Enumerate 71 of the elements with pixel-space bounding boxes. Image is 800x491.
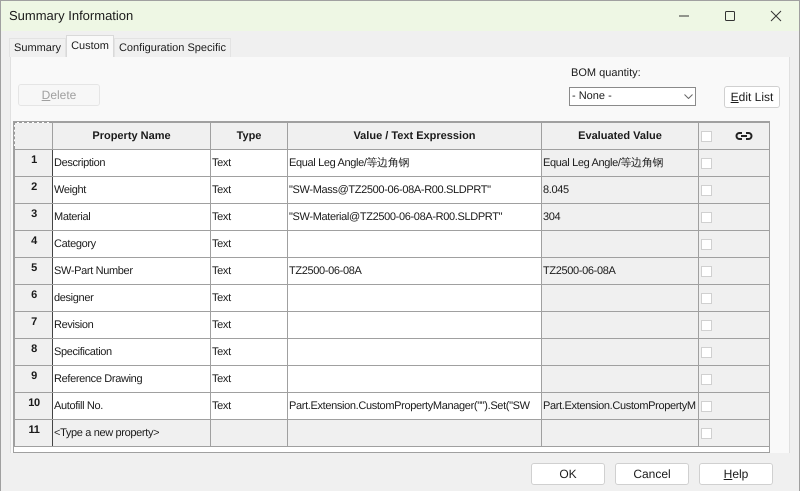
property-value: TZ2500-06-08A bbox=[289, 264, 362, 277]
property-type: Text bbox=[212, 264, 231, 277]
checkbox[interactable] bbox=[701, 400, 712, 412]
column-header: Evaluated Value bbox=[542, 122, 698, 150]
column-header: Property Name bbox=[52, 122, 210, 150]
row-number: 7 bbox=[31, 316, 37, 328]
checkbox[interactable] bbox=[701, 320, 712, 330]
checkbox[interactable] bbox=[701, 428, 712, 438]
property-name: Autofill No. bbox=[54, 400, 103, 412]
checkbox[interactable] bbox=[701, 292, 712, 304]
property-type: Text bbox=[212, 184, 231, 196]
property-name: Description bbox=[54, 156, 106, 169]
property-name: SW-Part Number bbox=[54, 264, 133, 277]
new-property-field[interactable]: <Type a new property> bbox=[52, 420, 210, 446]
property-name: Reference Drawing bbox=[54, 372, 142, 385]
column-header: Value / Text Expression bbox=[288, 122, 542, 150]
row-number: 3 bbox=[31, 208, 37, 220]
property-type: Text bbox=[212, 372, 231, 385]
property-value: Part.Extension.CustomPropertyManager("").Set("SW bbox=[289, 400, 530, 412]
row-number: 2 bbox=[31, 181, 37, 193]
evaluated-value: Equal Leg Angle/等边角钢 bbox=[543, 156, 664, 169]
property-type: Text bbox=[212, 292, 231, 304]
property-name: designer bbox=[54, 292, 94, 304]
evaluated-value: Part.Extension.CustomPropertyM bbox=[543, 400, 696, 412]
bom-quantity-label: BOM quantity: bbox=[570, 66, 642, 80]
link-icon bbox=[734, 131, 752, 141]
evaluated-value: TZ2500-06-08A bbox=[543, 264, 616, 277]
checkbox[interactable] bbox=[701, 158, 712, 168]
property-type: Text bbox=[212, 400, 231, 412]
evaluated-value: 8.045 bbox=[543, 184, 569, 196]
dialog-button[interactable]: Help bbox=[699, 463, 773, 485]
property-name: Weight bbox=[54, 184, 86, 196]
row-number: 1 bbox=[31, 154, 37, 166]
close-icon bbox=[770, 10, 782, 22]
edit-list-button[interactable]: Edit List bbox=[724, 86, 780, 108]
row-number: 9 bbox=[31, 370, 37, 382]
row-number: 5 bbox=[31, 262, 37, 274]
checkbox[interactable] bbox=[701, 374, 712, 384]
checkbox[interactable] bbox=[701, 130, 712, 142]
checkbox[interactable] bbox=[701, 346, 712, 358]
dialog-button[interactable]: OK bbox=[531, 463, 605, 485]
property-type: Text bbox=[212, 346, 231, 358]
property-value: "SW-Mass@TZ2500-06-08A-R00.SLDPRT" bbox=[289, 184, 491, 196]
checkbox[interactable] bbox=[701, 238, 712, 250]
property-value: "SW-Material@TZ2500-06-08A-R00.SLDPRT" bbox=[289, 210, 502, 223]
property-type: Text bbox=[212, 156, 231, 169]
dialog-button[interactable]: Cancel bbox=[615, 463, 689, 485]
property-name: Material bbox=[54, 210, 90, 223]
property-name: Specification bbox=[54, 346, 112, 358]
row-number: 10 bbox=[28, 397, 40, 409]
row-number: 6 bbox=[31, 289, 37, 301]
maximize-icon bbox=[725, 11, 735, 21]
row-number: 11 bbox=[28, 424, 40, 436]
row-number: 4 bbox=[31, 235, 37, 247]
chevron-down-icon bbox=[684, 94, 693, 99]
property-name: Category bbox=[54, 238, 96, 250]
property-value: Equal Leg Angle/等边角钢 bbox=[289, 156, 410, 169]
checkbox[interactable] bbox=[701, 184, 712, 196]
bom-quantity-dropdown[interactable]: - None - bbox=[569, 87, 696, 106]
checkbox[interactable] bbox=[701, 212, 712, 222]
window-title: Summary Information bbox=[9, 7, 134, 26]
evaluated-value: 304 bbox=[543, 210, 560, 223]
tab[interactable]: Configuration Specific bbox=[114, 38, 231, 57]
tab[interactable]: Custom bbox=[66, 35, 114, 57]
property-name: Revision bbox=[54, 318, 94, 331]
checkbox[interactable] bbox=[701, 266, 712, 276]
row-number: 8 bbox=[31, 343, 37, 355]
property-type: Text bbox=[212, 210, 231, 223]
property-type: Text bbox=[212, 318, 231, 331]
tab[interactable]: Summary bbox=[9, 38, 66, 57]
property-type: Text bbox=[212, 238, 231, 250]
